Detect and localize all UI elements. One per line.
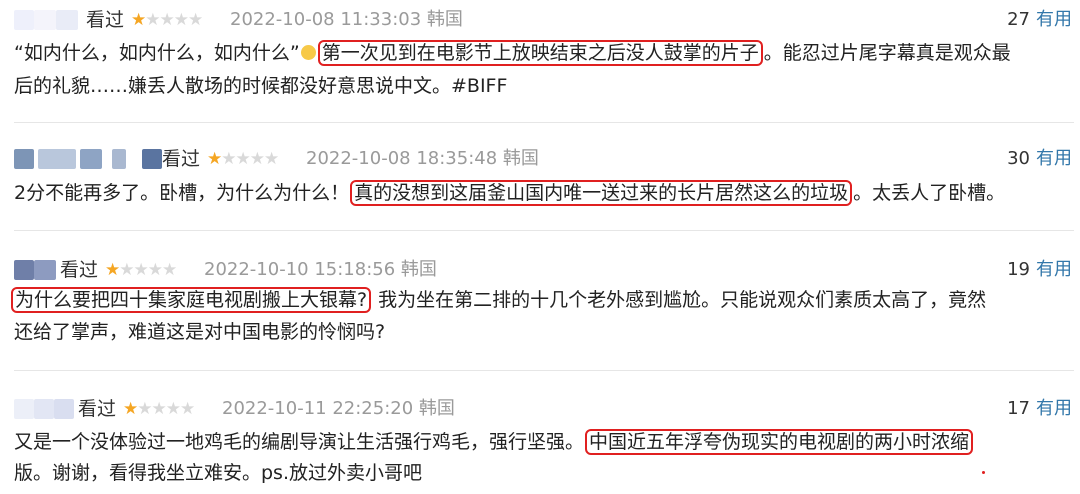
avatar xyxy=(14,149,34,169)
review-text: “如内什么，如内什么，如内什么” 第一次见到在电影节上放映结束之后没人鼓掌的片子。… xyxy=(14,40,1011,66)
review-meta: 看过 ★★★★★ 2022-10-10 15:18:56 韩国 19 有用 xyxy=(0,256,1080,286)
useful-count: 30 xyxy=(1007,148,1030,169)
useful-vote-button[interactable]: 19 有用 xyxy=(1007,256,1072,284)
star-filled-icon: ★ xyxy=(131,10,146,30)
star-filled-icon: ★ xyxy=(105,260,120,280)
review-text: 为什么要把四十集家庭电视剧搬上大银幕? 我为坐在第二排的十几个老外感到尴尬。只能… xyxy=(10,285,1070,316)
star-empty-icon: ★★★★ xyxy=(145,10,203,30)
username-blurred[interactable] xyxy=(14,10,80,30)
review-text-line2: 还给了掌声，难道这是对中国电影的怜悯吗? xyxy=(14,321,386,343)
review-text: 2分不能再多了。卧槽，为什么为什么！ 真的没想到这届釜山国内唯一送过来的长片居然这… xyxy=(14,180,1006,206)
star-filled-icon: ★ xyxy=(123,399,138,419)
rating-stars: ★★★★★ xyxy=(105,257,177,283)
watch-status: 看过 xyxy=(162,148,201,170)
review-timestamp: 2022-10-08 18:35:48 韩国 xyxy=(306,148,539,169)
highlighted-phrase: 为什么要把四十集家庭电视剧搬上大银幕? xyxy=(11,287,372,313)
review-location: 韩国 xyxy=(502,148,539,169)
review-divider xyxy=(14,122,1074,123)
useful-vote-button[interactable]: 30 有用 xyxy=(1007,145,1072,173)
review-timestamp: 2022-10-10 15:18:56 韩国 xyxy=(204,259,437,280)
avatar xyxy=(14,399,34,419)
review-text: 又是一个没体验过一地鸡毛的编剧导演让生活强行鸡毛，强行坚强。 中国近五年浮夸伪现实… xyxy=(14,427,1074,458)
watch-status: 看过 xyxy=(60,259,99,281)
highlighted-phrase: 中国近五年浮夸伪现实的电视剧的两小时浓缩 xyxy=(585,429,974,455)
star-empty-icon: ★★★★ xyxy=(119,260,177,280)
username-blurred[interactable] xyxy=(14,399,76,419)
useful-vote-button[interactable]: 27 有用 xyxy=(1007,6,1072,34)
review-text-line2: 后的礼貌……嫌丢人散场的时候都没好意思说中文。#BIFF xyxy=(14,75,508,97)
rating-stars: ★★★★★ xyxy=(123,396,195,422)
username-blurred[interactable] xyxy=(14,260,58,280)
review-location: 韩国 xyxy=(418,398,455,419)
highlighted-phrase: 第一次见到在电影节上放映结束之后没人鼓掌的片子 xyxy=(317,40,763,66)
star-filled-icon: ★ xyxy=(207,149,222,169)
review-text-line2: 版。谢谢，看得我坐立难安。ps.放过外卖小哥吧 xyxy=(14,462,423,484)
annotation-dot xyxy=(982,471,985,474)
star-empty-icon: ★★★★ xyxy=(221,149,279,169)
useful-count: 27 xyxy=(1007,9,1030,30)
upside-down-face-emoji-icon xyxy=(300,45,316,60)
review-meta: 看过 ★★★★★ 2022-10-08 18:35:48 韩国 30 有用 xyxy=(0,145,1080,175)
username-blurred[interactable] xyxy=(14,149,162,169)
rating-stars: ★★★★★ xyxy=(207,146,279,172)
avatar xyxy=(14,260,34,280)
useful-label[interactable]: 有用 xyxy=(1036,259,1072,280)
review-meta: 看过 ★★★★★ 2022-10-11 22:25:20 韩国 17 有用 xyxy=(0,395,1080,425)
review-meta: 看过 ★★★★★ 2022-10-08 11:33:03 韩国 27 有用 xyxy=(0,6,1080,36)
review-timestamp: 2022-10-11 22:25:20 韩国 xyxy=(222,398,455,419)
highlighted-phrase: 真的没想到这届釜山国内唯一送过来的长片居然这么的垃圾 xyxy=(350,180,853,206)
useful-label[interactable]: 有用 xyxy=(1036,398,1072,419)
useful-label[interactable]: 有用 xyxy=(1036,148,1072,169)
watch-status: 看过 xyxy=(86,9,125,31)
review-location: 韩国 xyxy=(426,9,463,30)
review-divider xyxy=(14,230,1074,231)
review-timestamp: 2022-10-08 11:33:03 韩国 xyxy=(230,9,463,30)
star-empty-icon: ★★★★ xyxy=(137,399,195,419)
review-location: 韩国 xyxy=(400,259,437,280)
avatar xyxy=(14,10,34,30)
useful-label[interactable]: 有用 xyxy=(1036,9,1072,30)
useful-vote-button[interactable]: 17 有用 xyxy=(1007,395,1072,423)
rating-stars: ★★★★★ xyxy=(131,7,203,33)
useful-count: 19 xyxy=(1007,259,1030,280)
review-divider xyxy=(14,370,1074,371)
useful-count: 17 xyxy=(1007,398,1030,419)
watch-status: 看过 xyxy=(78,398,117,420)
